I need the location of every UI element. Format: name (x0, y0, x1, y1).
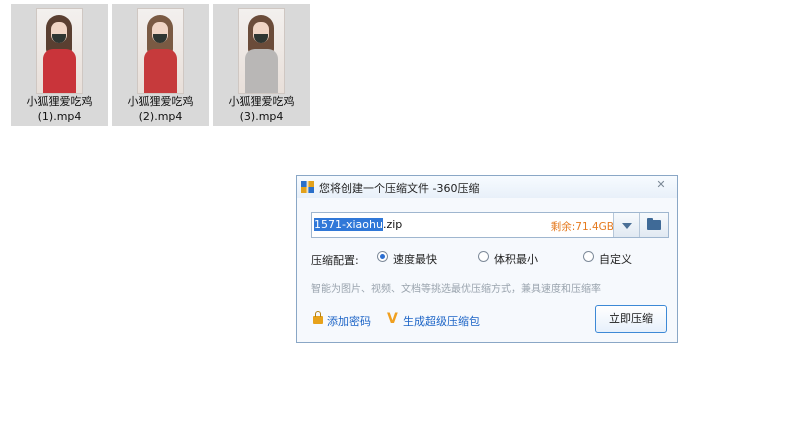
add-password-label: 添加密码 (327, 315, 371, 328)
compress-dialog: 您将创建一个压缩文件 -360压缩 ✕ 1571-xiaohu.zip 剩余:7… (296, 175, 678, 343)
file-name: 小狐狸爱吃鸡 (1).mp4 (26, 95, 93, 123)
option-label: 速度最快 (393, 253, 437, 266)
chevron-down-icon[interactable] (613, 213, 640, 237)
video-thumbnail (36, 8, 83, 94)
compress-now-button[interactable]: 立即压缩 (595, 305, 667, 333)
file-tile-3[interactable]: 小狐狸爱吃鸡 (3).mp4 (213, 4, 310, 126)
compress-config-label: 压缩配置: (311, 254, 359, 267)
archive-filename[interactable]: 1571-xiaohu.zip (314, 218, 402, 231)
archive-name-input[interactable]: 1571-xiaohu.zip 剩余:71.4GB (311, 212, 669, 238)
radio-icon (377, 251, 388, 262)
close-icon[interactable]: ✕ (654, 179, 668, 191)
filename-selected: 1571-xiaohu (314, 218, 383, 231)
option-label: 自定义 (599, 253, 632, 266)
compress-hint: 智能为图片、视频、文档等挑选最优压缩方式，兼具速度和压缩率 (311, 284, 601, 295)
create-sfx-label: 生成超级压缩包 (403, 315, 480, 328)
video-thumbnail (238, 8, 285, 94)
browse-folder-button[interactable] (639, 213, 668, 237)
video-thumbnail (137, 8, 184, 94)
v-logo-icon: V (387, 311, 398, 327)
lock-icon (313, 311, 323, 324)
file-tile-1[interactable]: 小狐狸爱吃鸡 (1).mp4 (11, 4, 108, 126)
file-name: 小狐狸爱吃鸡 (3).mp4 (228, 95, 295, 123)
file-tile-2[interactable]: 小狐狸爱吃鸡 (2).mp4 (112, 4, 209, 126)
dialog-titlebar[interactable]: 您将创建一个压缩文件 -360压缩 ✕ (297, 176, 677, 198)
option-label: 体积最小 (494, 253, 538, 266)
free-space-label: 剩余:71.4GB (550, 221, 614, 233)
radio-icon (583, 251, 594, 262)
app-logo-icon (301, 181, 314, 193)
radio-icon (478, 251, 489, 262)
file-name: 小狐狸爱吃鸡 (2).mp4 (127, 95, 194, 123)
dialog-title: 您将创建一个压缩文件 -360压缩 (319, 182, 480, 195)
filename-ext: .zip (382, 218, 403, 231)
folder-icon (647, 218, 661, 230)
desktop: 小狐狸爱吃鸡 (1).mp4 小狐狸爱吃鸡 (2).mp4 小狐狸爱吃鸡 (3)… (0, 0, 800, 443)
